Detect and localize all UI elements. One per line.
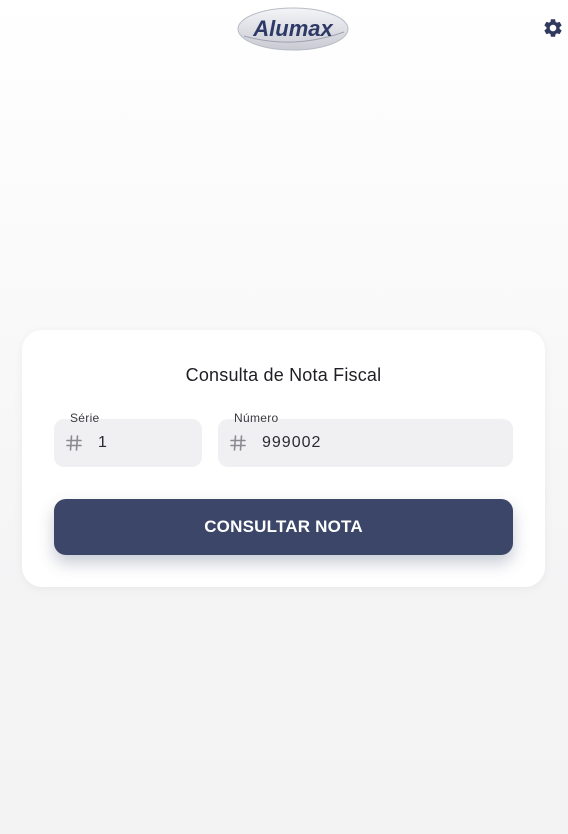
- consultar-nota-button[interactable]: CONSULTAR NOTA: [54, 499, 513, 555]
- numero-field[interactable]: Número: [218, 411, 513, 467]
- serie-input[interactable]: [98, 419, 192, 467]
- consulta-card: Consulta de Nota Fiscal Série Número CON…: [22, 330, 545, 587]
- app-header: Alumax: [0, 0, 568, 56]
- gear-icon: [544, 19, 562, 37]
- settings-button[interactable]: [540, 15, 566, 41]
- serie-field[interactable]: Série: [54, 411, 202, 467]
- card-title: Consulta de Nota Fiscal: [185, 365, 382, 385]
- hash-icon: [66, 435, 82, 451]
- alumax-logo: Alumax: [236, 6, 350, 52]
- serie-label: Série: [70, 411, 100, 425]
- logo-text: Alumax: [252, 16, 333, 41]
- hash-icon: [230, 435, 246, 451]
- numero-input[interactable]: [262, 419, 503, 467]
